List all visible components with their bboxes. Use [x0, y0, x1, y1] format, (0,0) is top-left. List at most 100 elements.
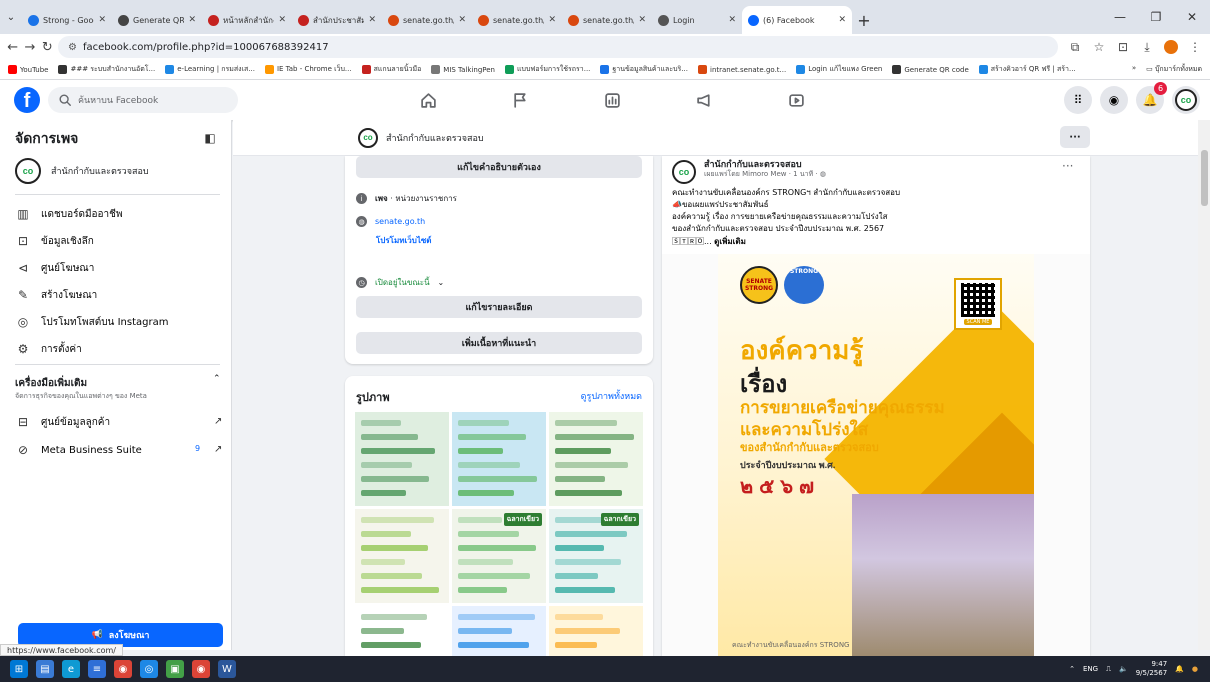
- photo-thumbnail[interactable]: [452, 606, 546, 656]
- facebook-search-input[interactable]: ค้นหาบน Facebook: [48, 87, 238, 113]
- download-icon[interactable]: ⤓: [1138, 38, 1156, 56]
- hours-row[interactable]: ◷ เปิดอยู่ในขณะนี้ ⌄: [356, 276, 444, 289]
- browser-tab[interactable]: สำนักประชาสัมพันธ์✕: [292, 6, 382, 34]
- more-options-button[interactable]: ···: [1060, 126, 1090, 148]
- close-tab-icon[interactable]: ✕: [838, 15, 846, 25]
- browser-tab[interactable]: Login ✕: [652, 6, 742, 34]
- bookmark-item[interactable]: สร้างคิวอาร์ QR ฟรี | สร้า...: [978, 64, 1076, 75]
- account-avatar[interactable]: co: [1172, 86, 1200, 114]
- nav-insights[interactable]: [566, 80, 658, 120]
- messenger-button[interactable]: ◉: [1100, 86, 1128, 114]
- post-author-avatar[interactable]: co: [672, 160, 696, 184]
- browser-tab[interactable]: (6) Facebook ✕: [742, 6, 852, 34]
- website-link[interactable]: senate.go.th: [375, 217, 425, 226]
- bookmark-item[interactable]: แบบฟอร์มการใช้รถรา...: [505, 64, 590, 75]
- photo-thumbnail[interactable]: [549, 606, 643, 656]
- bookmark-item[interactable]: Login แก้ไขแพง Green: [796, 64, 882, 75]
- tab-search-dropdown[interactable]: ⌄: [0, 0, 22, 34]
- sidebar-item[interactable]: ⚙ การตั้งค่า: [15, 341, 82, 357]
- back-button[interactable]: ←: [6, 36, 19, 58]
- photo-thumbnail[interactable]: ฉลากเขียว: [549, 509, 643, 603]
- post-options-button[interactable]: ···: [1062, 159, 1073, 173]
- page-name[interactable]: สำนักกำกับและตรวจสอบ: [386, 131, 484, 145]
- close-tab-icon[interactable]: ✕: [368, 15, 376, 25]
- network-icon[interactable]: ⎍: [1106, 665, 1111, 674]
- close-tab-icon[interactable]: ✕: [458, 15, 466, 25]
- collapse-sidebar-button[interactable]: ◧: [200, 128, 220, 148]
- file-explorer-icon[interactable]: ▤: [36, 660, 54, 678]
- extensions-icon[interactable]: ⊡: [1114, 38, 1132, 56]
- tray-overflow-icon[interactable]: ⌃: [1069, 665, 1075, 673]
- bookmark-star-icon[interactable]: ☆: [1090, 38, 1108, 56]
- bookmark-item[interactable]: intranet.senate.go.t...: [698, 64, 786, 75]
- profile-avatar[interactable]: [1162, 38, 1180, 56]
- browser-tab[interactable]: Generate QR code✕: [112, 6, 202, 34]
- language-indicator[interactable]: ENG: [1083, 665, 1098, 673]
- site-info-icon[interactable]: ⚙: [68, 42, 77, 53]
- photo-thumbnail[interactable]: ฉลากเขียว: [452, 509, 546, 603]
- tools-collapse-icon[interactable]: ⌃: [213, 374, 221, 384]
- see-more-link[interactable]: ดูเพิ่มเติม: [714, 237, 746, 246]
- notification-bell-icon[interactable]: 🔔: [1175, 665, 1184, 673]
- close-tab-icon[interactable]: ✕: [638, 15, 646, 25]
- add-featured-button[interactable]: เพิ่มเนื้อหาที่แนะนำ: [356, 332, 642, 354]
- facebook-logo[interactable]: f: [14, 87, 40, 113]
- sidebar-item[interactable]: ⊡ ข้อมูลเชิงลึก: [15, 233, 94, 249]
- nav-video[interactable]: [750, 80, 842, 120]
- volume-icon[interactable]: 🔈: [1119, 665, 1128, 673]
- restore-button[interactable]: ❐: [1138, 0, 1174, 34]
- edit-bio-button[interactable]: แก้ไขคำอธิบายตัวเอง: [356, 156, 642, 178]
- photo-thumbnail[interactable]: [355, 606, 449, 656]
- chrome-icon[interactable]: ◉: [114, 660, 132, 678]
- edit-details-button[interactable]: แก้ไขรายละเอียด: [356, 296, 642, 318]
- sidebar-item[interactable]: ⊲ ศูนย์โฆษณา: [15, 260, 94, 276]
- sidebar-page-item[interactable]: co สำนักกำกับและตรวจสอบ: [15, 158, 149, 184]
- close-tab-icon[interactable]: ✕: [278, 15, 286, 25]
- photo-thumbnail[interactable]: [355, 412, 449, 506]
- url-bar[interactable]: ⚙ facebook.com/profile.php?id=1000676883…: [57, 36, 1058, 58]
- clock[interactable]: 9:47 9/5/2567: [1136, 660, 1167, 678]
- tool-meta-business-suite[interactable]: ⊘ Meta Business Suite: [15, 442, 142, 458]
- all-bookmarks-button[interactable]: ▭ บุ๊กมาร์กทั้งหมด: [1146, 64, 1202, 75]
- sidebar-item[interactable]: ◎ โปรโมทโพสต์บน Instagram: [15, 314, 169, 330]
- reload-button[interactable]: ↻: [41, 36, 54, 58]
- post-image[interactable]: SENATE STRONG STRONG SCAN ME องค์ความรู้…: [662, 254, 1090, 656]
- word-icon[interactable]: W: [218, 660, 236, 678]
- bookmark-item[interactable]: MIS TalkingPen: [431, 64, 495, 75]
- browser-tab[interactable]: senate.go.th/view/35 ✕: [562, 6, 652, 34]
- tool-customer-center[interactable]: ⊟ ศูนย์ข้อมูลลูกค้า: [15, 414, 110, 430]
- nav-home[interactable]: [382, 80, 474, 120]
- bookmark-item[interactable]: IE Tab - Chrome เว็บ...: [264, 64, 352, 75]
- menu-grid-button[interactable]: ⠿: [1064, 86, 1092, 114]
- install-app-icon[interactable]: ⧉: [1066, 38, 1084, 56]
- close-tab-icon[interactable]: ✕: [188, 15, 196, 25]
- browser-tab[interactable]: หน้าหลักสำนักงานเลขาธิ ✕: [202, 6, 292, 34]
- new-tab-button[interactable]: +: [852, 6, 876, 34]
- scrollbar-thumb[interactable]: [1201, 150, 1208, 206]
- photo-thumbnail[interactable]: [355, 509, 449, 603]
- close-tab-icon[interactable]: ✕: [98, 15, 106, 25]
- photo-thumbnail[interactable]: [452, 412, 546, 506]
- bookmark-item[interactable]: ฐานข้อมูลสินค้าและบริ...: [600, 64, 688, 75]
- close-window-button[interactable]: ✕: [1174, 0, 1210, 34]
- close-tab-icon[interactable]: ✕: [548, 15, 556, 25]
- nav-ads[interactable]: [658, 80, 750, 120]
- bookmark-item[interactable]: e-Learning | กรมส่งเส...: [165, 64, 255, 75]
- edge-icon[interactable]: e: [62, 660, 80, 678]
- start-button[interactable]: ⊞: [10, 660, 28, 678]
- minimize-button[interactable]: —: [1102, 0, 1138, 34]
- bookmark-item[interactable]: Generate QR code: [892, 64, 969, 75]
- sidebar-item[interactable]: ▥ แดชบอร์ดมืออาชีพ: [15, 206, 122, 222]
- bookmark-item[interactable]: สแกนลายนิ้วมือ: [361, 64, 421, 75]
- nav-pages[interactable]: [474, 80, 566, 120]
- line-icon[interactable]: ▣: [166, 660, 184, 678]
- bookmarks-overflow-icon[interactable]: »: [1132, 64, 1136, 75]
- browser-tab[interactable]: Strong - Google ไดรฟ์ ✕: [22, 6, 112, 34]
- browser-tab[interactable]: senate.go.th/view/34 ✕: [382, 6, 472, 34]
- photo-thumbnail[interactable]: [549, 412, 643, 506]
- chrome-icon[interactable]: ◉: [192, 660, 210, 678]
- promote-website-link[interactable]: โปรโมทเว็บไซต์: [376, 234, 431, 247]
- sidebar-item[interactable]: ✎ สร้างโฆษณา: [15, 287, 97, 303]
- notepad-icon[interactable]: ≡: [88, 660, 106, 678]
- app-icon[interactable]: ◎: [140, 660, 158, 678]
